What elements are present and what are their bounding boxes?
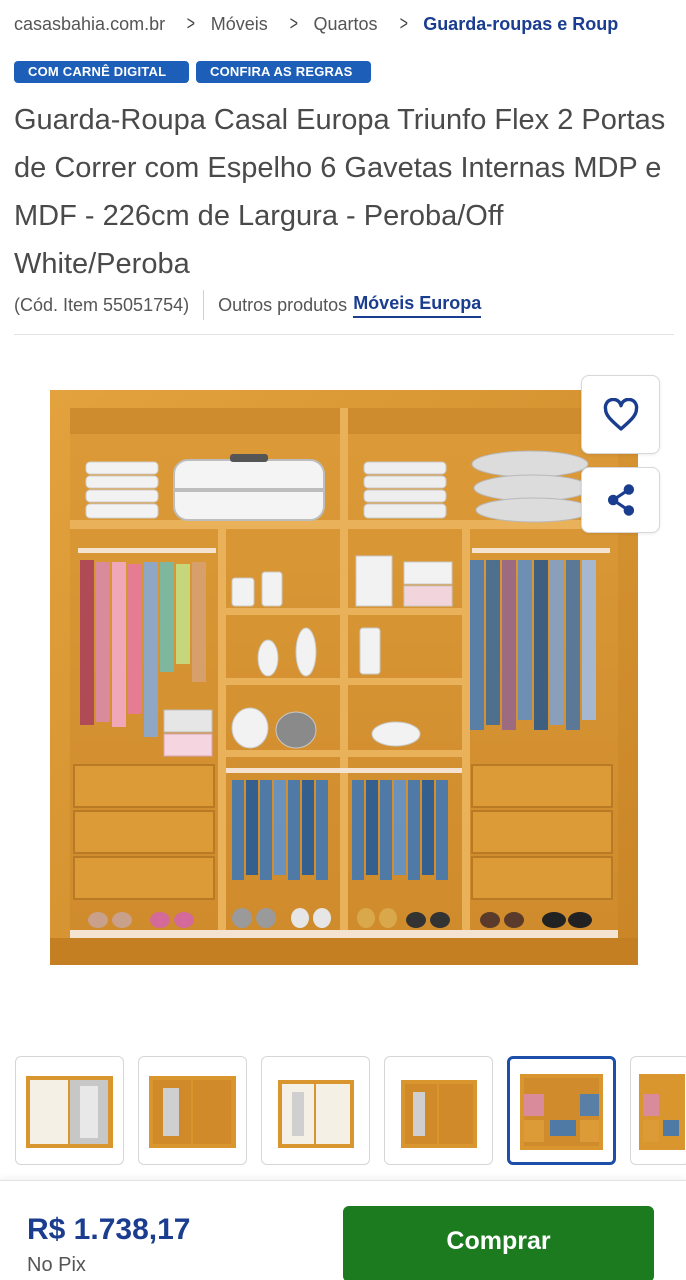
breadcrumb: casasbahia.com.br > Móveis > Quartos > G…: [14, 10, 686, 38]
thumbnail-5-active[interactable]: [507, 1056, 616, 1165]
chevron-right-icon: >: [186, 12, 196, 35]
breadcrumb-guarda-roupas[interactable]: Guarda-roupas e Roup: [423, 14, 618, 35]
chevron-right-icon: >: [289, 12, 298, 35]
badge-carne-digital[interactable]: COM CARNÊ DIGITAL: [14, 61, 189, 83]
product-title: Guarda-Roupa Casal Europa Triunfo Flex 2…: [14, 104, 666, 280]
thumbnail-gallery: [15, 1056, 686, 1165]
product-main-image[interactable]: [50, 390, 638, 965]
other-products-label: Outros produtos: [218, 294, 348, 315]
promo-badges: COM CARNÊ DIGITAL CONFIRA AS REGRAS: [14, 61, 371, 83]
share-icon: [607, 484, 634, 516]
share-button[interactable]: [581, 467, 660, 533]
price: R$ 1.738,17: [27, 1213, 191, 1246]
thumbnail-1[interactable]: [15, 1056, 124, 1165]
breadcrumb-quartos[interactable]: Quartos: [313, 14, 377, 35]
meta-divider: [203, 290, 205, 320]
buy-button[interactable]: Comprar: [343, 1206, 654, 1280]
product-meta: (Cód. Item 55051754) Outros produtos Móv…: [14, 290, 482, 320]
thumbnail-4[interactable]: [384, 1056, 493, 1165]
chevron-right-icon: >: [399, 12, 408, 35]
thumbnail-3[interactable]: [261, 1056, 370, 1165]
favorite-button[interactable]: [581, 375, 660, 454]
thumbnail-6[interactable]: [630, 1056, 686, 1165]
breadcrumb-moveis[interactable]: Móveis: [211, 14, 268, 35]
badge-confira-regras[interactable]: CONFIRA AS REGRAS: [196, 61, 371, 83]
thumbnail-2[interactable]: [138, 1056, 247, 1165]
section-divider: [14, 334, 674, 335]
price-note: No Pix: [27, 1254, 86, 1276]
breadcrumb-home[interactable]: casasbahia.com.br: [14, 14, 165, 35]
brand-link[interactable]: Móveis Europa: [353, 293, 482, 318]
product-code: (Cód. Item 55051754): [14, 294, 190, 315]
heart-icon: [603, 397, 638, 431]
